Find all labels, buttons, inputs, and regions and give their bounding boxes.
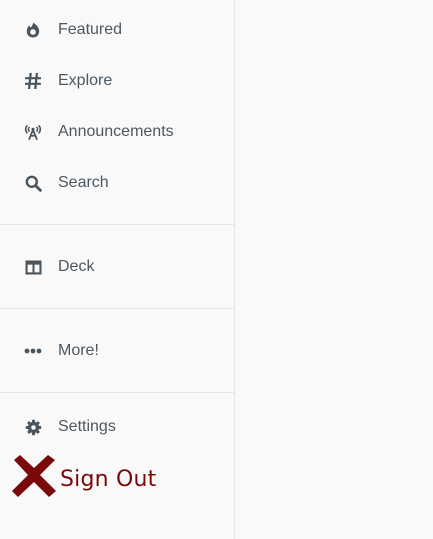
- more-icon: [24, 342, 42, 360]
- sidebar-item-featured[interactable]: Featured: [0, 10, 235, 50]
- sidebar-item-deck[interactable]: Deck: [0, 247, 235, 287]
- sidebar-item-label: Search: [58, 174, 109, 191]
- sidebar-item-explore[interactable]: Explore: [0, 61, 235, 101]
- flame-icon: [24, 21, 42, 39]
- sign-out-button[interactable]: Sign Out: [10, 454, 170, 500]
- sidebar-divider: [0, 308, 235, 309]
- broadcast-icon: [24, 123, 42, 141]
- sidebar: Featured Explore Announcements Search De…: [0, 0, 235, 539]
- sidebar-item-settings[interactable]: Settings: [0, 407, 235, 447]
- sidebar-item-label: Settings: [58, 418, 116, 435]
- columns-icon: [24, 258, 42, 276]
- sidebar-item-label: Deck: [58, 258, 95, 275]
- hashtag-icon: [24, 72, 42, 90]
- sidebar-item-label: More!: [58, 342, 99, 359]
- sidebar-item-more[interactable]: More!: [0, 331, 235, 371]
- sidebar-item-label: Featured: [58, 21, 123, 38]
- main-content-area: [236, 0, 433, 539]
- sidebar-item-label: Announcements: [58, 123, 174, 140]
- sidebar-item-search[interactable]: Search: [0, 163, 235, 203]
- sidebar-item-label: Explore: [58, 72, 113, 89]
- gear-icon: [24, 418, 42, 436]
- sign-out-label: Sign Out: [60, 467, 157, 492]
- sidebar-divider: [0, 392, 235, 393]
- x-icon: [10, 454, 58, 498]
- sidebar-item-announcements[interactable]: Announcements: [0, 112, 235, 152]
- search-icon: [24, 174, 42, 192]
- sidebar-divider: [0, 224, 235, 225]
- app: Featured Explore Announcements Search De…: [0, 0, 433, 539]
